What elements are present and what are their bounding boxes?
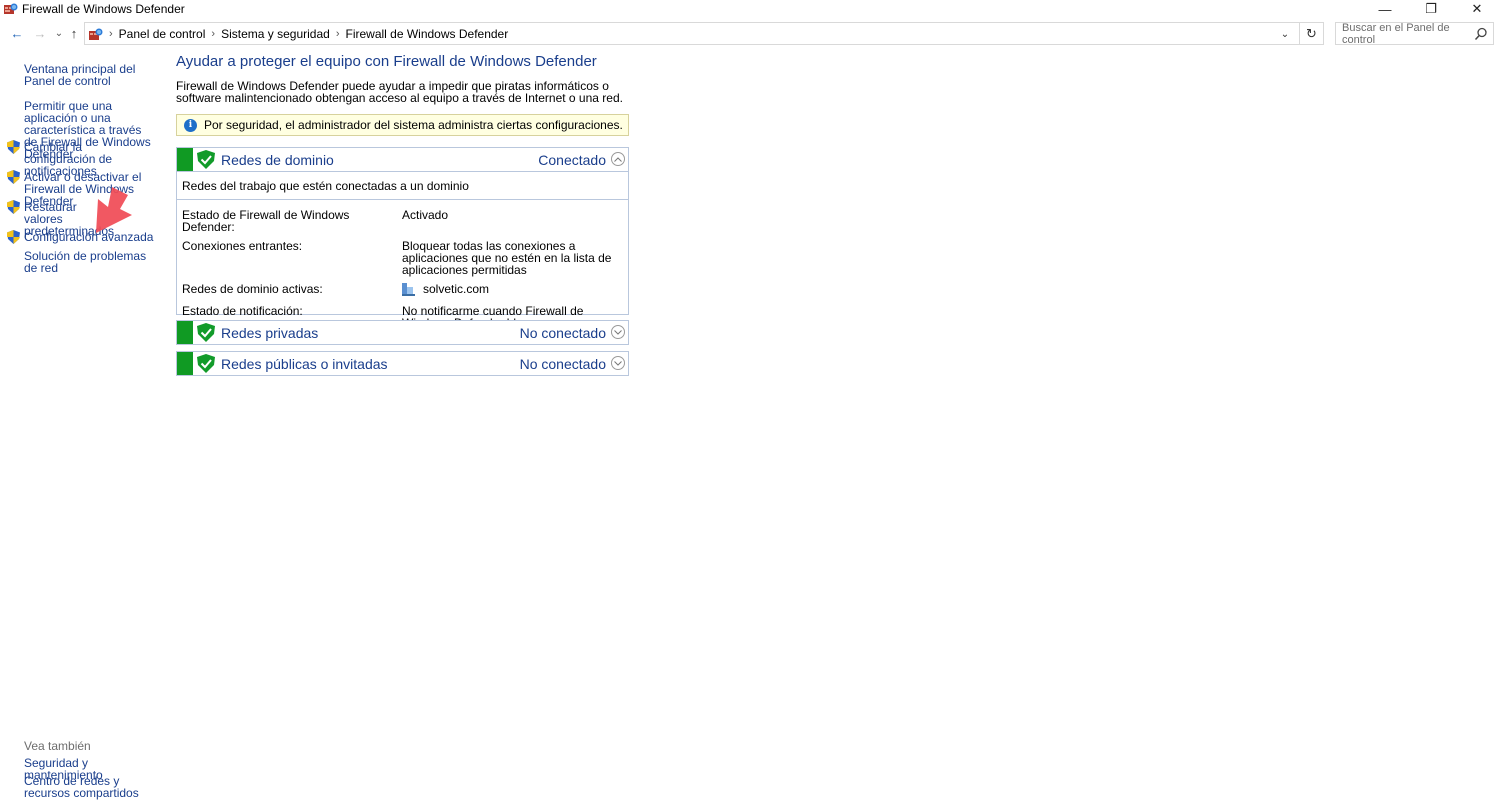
uac-shield-icon [7, 200, 20, 214]
firewall-app-icon [4, 2, 18, 16]
info-message: Por seguridad, el administrador del sist… [204, 118, 623, 132]
left-navigation-pane: Ventana principal del Panel de control P… [0, 48, 165, 810]
sidebar-item-control-panel-home[interactable]: Ventana principal del Panel de control [24, 63, 154, 87]
green-shield-check-icon [197, 354, 215, 373]
domain-network-icon [402, 283, 415, 297]
detail-value: Bloquear todas las conexiones a aplicaci… [402, 239, 612, 277]
uac-shield-icon [7, 170, 20, 184]
refresh-icon[interactable]: ↻ [1299, 23, 1323, 44]
network-header[interactable]: Redes privadas No conectado [177, 321, 628, 344]
network-status: No conectado [519, 356, 606, 372]
up-arrow-icon[interactable]: ↑ [65, 24, 83, 42]
minimize-button[interactable]: — [1362, 0, 1408, 18]
active-domain-name: solvetic.com [423, 282, 490, 296]
annotation-arrow [96, 187, 132, 233]
detail-value: Activado [402, 208, 449, 222]
see-also-heading: Vea también [24, 739, 91, 753]
uac-shield-icon [7, 230, 20, 244]
page-title: Ayudar a proteger el equipo con Firewall… [176, 53, 597, 70]
expand-chevron-icon[interactable] [611, 356, 625, 370]
sidebar-item-troubleshoot[interactable]: Solución de problemas de red [24, 250, 154, 274]
address-dropdown-icon[interactable]: ⌄ [1277, 26, 1293, 42]
network-description: Redes del trabajo que estén conectadas a… [177, 171, 628, 199]
title-bar: Firewall de Windows Defender — ❐ ✕ [0, 0, 1500, 18]
address-bar[interactable]: › Panel de control › Sistema y seguridad… [84, 22, 1324, 45]
detail-row: Redes de dominio activas: solvetic.com [182, 282, 628, 297]
status-color-bar [177, 352, 193, 375]
collapse-chevron-icon[interactable] [611, 152, 625, 166]
window-controls: — ❐ ✕ [1362, 0, 1500, 18]
status-color-bar [177, 321, 193, 344]
search-input[interactable]: Buscar en el Panel de control [1335, 21, 1494, 46]
window-title: Firewall de Windows Defender [22, 2, 185, 16]
restore-button[interactable]: ❐ [1408, 0, 1454, 18]
expand-chevron-icon[interactable] [611, 325, 625, 339]
info-icon: i [184, 118, 197, 132]
network-status: Conectado [538, 152, 606, 168]
page-description: Firewall de Windows Defender puede ayuda… [176, 79, 623, 105]
navigation-bar: ← → ⌄ ↑ › Panel de control › Sistema y s… [0, 20, 1500, 48]
detail-label: Estado de Firewall de Windows Defender: [182, 208, 350, 234]
green-shield-check-icon [197, 150, 215, 169]
detail-label: Conexiones entrantes: [182, 239, 303, 253]
network-title: Redes privadas [221, 325, 319, 341]
network-section-public[interactable]: Redes públicas o invitadas No conectado [176, 351, 629, 376]
admin-info-bar: i Por seguridad, el administrador del si… [176, 114, 629, 136]
network-header[interactable]: Redes de dominio Conectado [177, 148, 628, 171]
green-shield-check-icon [197, 323, 215, 342]
breadcrumb-separator: › [109, 27, 113, 40]
close-button[interactable]: ✕ [1454, 0, 1500, 18]
forward-arrow-icon[interactable]: → [31, 24, 49, 42]
breadcrumb-control-panel[interactable]: Panel de control [119, 27, 206, 41]
detail-row: Estado de Firewall de Windows Defender: … [182, 209, 628, 233]
see-also-network-center[interactable]: Centro de redes y recursos compartidos [24, 775, 144, 799]
breadcrumb-system-security[interactable]: Sistema y seguridad [221, 27, 330, 41]
back-arrow-icon[interactable]: ← [8, 24, 26, 42]
uac-shield-icon [7, 140, 20, 154]
network-section-private[interactable]: Redes privadas No conectado [176, 320, 629, 345]
search-icon[interactable] [1474, 27, 1488, 41]
network-title: Redes de dominio [221, 152, 334, 168]
detail-value: solvetic.com [402, 282, 627, 297]
search-placeholder: Buscar en el Panel de control [1342, 21, 1450, 46]
network-header[interactable]: Redes públicas o invitadas No conectado [177, 352, 628, 375]
status-color-bar [177, 148, 193, 171]
network-status: No conectado [519, 325, 606, 341]
detail-label: Redes de dominio activas: [182, 282, 323, 296]
network-section-domain: Redes de dominio Conectado Redes del tra… [176, 147, 629, 341]
breadcrumb-separator[interactable]: › [336, 28, 340, 40]
breadcrumb-separator[interactable]: › [211, 28, 215, 40]
network-title: Redes públicas o invitadas [221, 356, 388, 372]
breadcrumb-firewall[interactable]: Firewall de Windows Defender [345, 27, 508, 41]
detail-row: Conexiones entrantes: Bloquear todas las… [182, 240, 628, 276]
control-panel-icon [89, 27, 103, 41]
